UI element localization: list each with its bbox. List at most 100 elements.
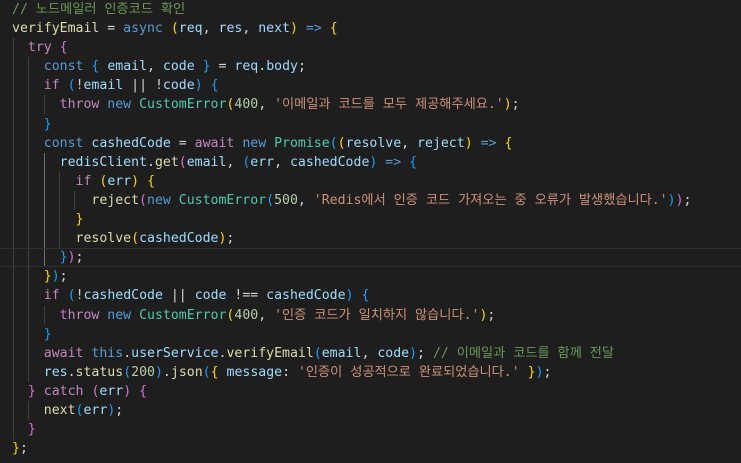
code-token: err: [83, 402, 108, 418]
code-token: (: [170, 21, 179, 37]
code-token: email: [83, 78, 124, 94]
code-line[interactable]: throw new CustomError(400, '이메일과 코드를 모두 …: [0, 95, 741, 115]
indent-guide: [13, 190, 14, 211]
code-token: ,: [401, 135, 418, 151]
indent-guide: [13, 343, 14, 363]
code-token: reject: [91, 192, 140, 208]
code-line[interactable]: if (!cashedCode || code !== cashedCode) …: [0, 286, 741, 306]
indent-guide: [13, 324, 14, 344]
code-token: ;: [75, 250, 84, 266]
code-token: verifyEmail: [12, 21, 100, 37]
code-line[interactable]: resolve(cashedCode);: [0, 229, 741, 249]
indent-guide: [13, 229, 14, 249]
code-token: (: [178, 154, 187, 170]
code-line[interactable]: const { email, code } = req.body;: [0, 57, 741, 77]
code-line[interactable]: next(err);: [0, 400, 741, 421]
code-token: const: [43, 135, 84, 151]
code-line[interactable]: }: [0, 420, 741, 440]
code-token: ;: [543, 364, 552, 380]
code-token: !: [75, 78, 84, 94]
indent-guide: [58, 190, 60, 211]
code-token: new: [107, 97, 132, 113]
code-token: err: [250, 154, 275, 170]
code-token: !: [75, 288, 84, 304]
code-line[interactable]: };: [0, 439, 741, 458]
indent-guide: [43, 190, 45, 211]
code-token: CustomError: [178, 192, 267, 208]
code-line[interactable]: } catch (err) {: [0, 381, 741, 401]
code-editor[interactable]: // 노드메일러 인증코드 확인 verifyEmail = async (req…: [0, 0, 741, 463]
code-token: {: [210, 364, 219, 380]
code-line[interactable]: if (!email || !code) {: [0, 76, 741, 96]
code-token: 'Redis에서 인증 코드 가져오는 중 오류가 발생했습니다.': [313, 192, 668, 208]
code-token: {: [59, 40, 68, 56]
code-token: ;: [297, 59, 306, 75]
code-line[interactable]: reject(new CustomError(500, 'Redis에서 인증 …: [0, 190, 741, 211]
code-token: ||: [162, 288, 195, 304]
code-token: =>: [385, 154, 402, 170]
code-token: if: [75, 173, 92, 189]
code-token: (: [202, 364, 211, 380]
indent-guide: [28, 343, 30, 363]
code-line[interactable]: await this.userService.verifyEmail(email…: [0, 343, 741, 363]
code-token: code: [162, 78, 195, 94]
indent-guide: [58, 171, 60, 191]
code-token: ,: [274, 154, 290, 170]
code-token: ): [154, 364, 163, 380]
indent-guide: [43, 152, 45, 172]
code-line[interactable]: try {: [0, 38, 741, 58]
code-token: ;: [59, 269, 68, 285]
code-token: (: [329, 135, 338, 151]
code-token: next: [43, 402, 76, 418]
code-token: }: [59, 250, 68, 266]
code-line[interactable]: res.status(200).json({ message: '인증이 성공적…: [0, 362, 741, 382]
code-line[interactable]: const cashedCode = await new Promise((re…: [0, 133, 741, 153]
code-token: ): [123, 383, 132, 399]
code-token: res: [218, 21, 243, 37]
indent-guide: [28, 171, 30, 191]
code-token: ,: [147, 59, 163, 75]
indent-guide: [13, 114, 14, 134]
code-line[interactable]: });: [0, 267, 741, 287]
code-line[interactable]: // 노드메일러 인증코드 확인: [0, 0, 741, 19]
code-token: ): [345, 288, 354, 304]
code-token: json: [170, 364, 203, 380]
code-token: {: [139, 383, 148, 399]
indent-guide: [43, 210, 45, 230]
code-token: ): [675, 192, 684, 208]
code-token: throw: [59, 97, 100, 113]
code-line[interactable]: verifyEmail = async (req, res, next) => …: [0, 19, 741, 38]
code-line[interactable]: }: [0, 210, 741, 230]
code-token: }: [43, 326, 52, 342]
code-token: ,: [258, 307, 275, 323]
code-token: }: [27, 422, 36, 438]
code-line[interactable]: }: [0, 324, 741, 344]
code-token: }: [527, 364, 536, 380]
indent-guide: [13, 286, 14, 306]
indent-guide: [13, 362, 14, 382]
indent-guide: [43, 171, 45, 191]
code-token: ;: [115, 402, 124, 418]
code-token: '이메일과 코드를 모두 제공해주세요.': [274, 97, 504, 113]
code-token: ): [131, 173, 140, 189]
code-token: res: [43, 364, 68, 380]
code-line[interactable]: throw new CustomError(400, '인증 코드가 일치하지 …: [0, 305, 741, 325]
code-line[interactable]: });: [0, 248, 741, 268]
code-token: {: [329, 21, 338, 37]
indent-guide: [13, 305, 14, 325]
code-token: throw: [59, 307, 100, 323]
indent-guide: [28, 152, 30, 172]
code-token: async: [123, 21, 163, 37]
code-token: ): [667, 192, 676, 208]
code-line[interactable]: redisClient.get(email, (err, cashedCode)…: [0, 152, 741, 172]
code-line[interactable]: }: [0, 114, 741, 134]
code-token: (: [313, 345, 322, 361]
code-line[interactable]: if (err) {: [0, 171, 741, 191]
